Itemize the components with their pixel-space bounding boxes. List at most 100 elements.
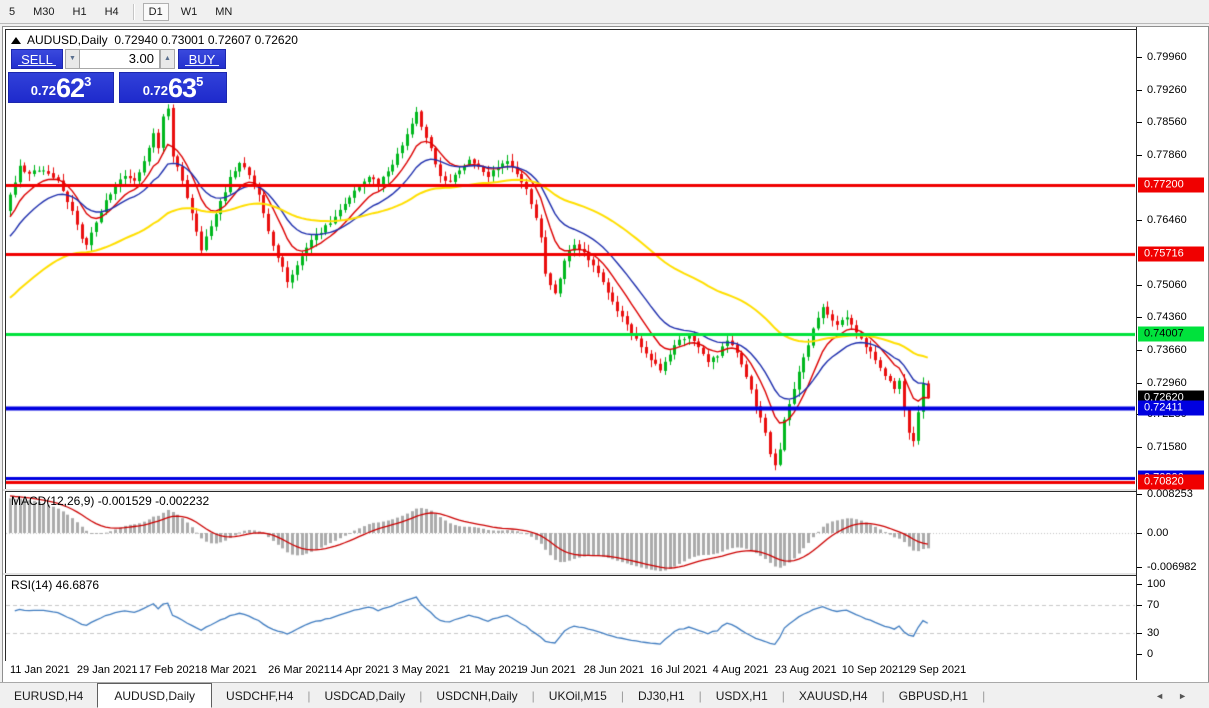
indicator-axis-tick: 0.008253	[1147, 488, 1193, 500]
price-axis-tick: 0.79260	[1147, 83, 1187, 96]
chart-tab-usdx-h1[interactable]: USDX,H1	[702, 685, 782, 706]
price-line-label-0.74007: 0.74007	[1138, 326, 1204, 342]
price-line-label-0.77200: 0.77200	[1138, 177, 1204, 193]
chart-tab-gbpusd-h1[interactable]: GBPUSD,H1	[885, 685, 982, 706]
axis-tick-mark	[1137, 154, 1142, 156]
date-axis-label: 10 Sep 2021	[841, 664, 905, 676]
bar-high: 0.73001	[161, 33, 205, 47]
price-line-label-0.72411: 0.72411	[1138, 400, 1204, 416]
date-axis-label: 3 May 2021	[392, 664, 450, 676]
timeframe-button-5[interactable]: 5	[3, 3, 21, 21]
date-axis-label: 23 Aug 2021	[774, 664, 837, 676]
axis-tick-mark	[1137, 566, 1142, 568]
chart-tab-audusd-daily[interactable]: AUDUSD,Daily	[97, 683, 213, 708]
indicator-axis-tick: 0.00	[1147, 527, 1169, 539]
date-axis-label: 8 Mar 2021	[201, 664, 257, 676]
indicator-axis-tick: 0	[1147, 648, 1154, 660]
date-axis-label: 11 Jan 2021	[10, 664, 70, 676]
axis-tick-mark	[1137, 533, 1142, 534]
axis-tick-mark	[1137, 284, 1142, 286]
date-axis-label: 29 Sep 2021	[903, 664, 967, 676]
collapse-chart-icon[interactable]	[11, 37, 21, 44]
axis-tick-mark	[1137, 349, 1142, 351]
bar-close: 0.72620	[254, 33, 298, 47]
chart-symbol-period: AUDUSD,Daily	[27, 33, 108, 47]
date-axis-label: 4 Aug 2021	[712, 664, 769, 676]
volume-decrease-button[interactable]: ▼	[65, 49, 80, 69]
sell-pips: 62	[56, 73, 85, 103]
chart-tab-usdcnh-daily[interactable]: USDCNH,Daily	[422, 685, 531, 706]
chart-tab-xauusd-h4[interactable]: XAUUSD,H4	[785, 685, 882, 706]
axis-tick-mark	[1137, 382, 1142, 384]
tab-scroll-left-icon[interactable]: ◄	[1155, 691, 1178, 701]
buy-button[interactable]: BUY	[178, 49, 226, 69]
price-axis-tick: 0.72960	[1147, 376, 1187, 389]
date-axis-label: 28 Jun 2021	[583, 664, 645, 676]
chart-tab-usdcad-daily[interactable]: USDCAD,Daily	[311, 685, 420, 706]
indicator-axis-tick: -0.006982	[1147, 560, 1197, 573]
timeframe-button-d1[interactable]: D1	[142, 2, 169, 21]
bar-open: 0.72940	[114, 33, 158, 47]
timeframe-button-h4[interactable]: H4	[99, 3, 125, 21]
price-axis-tick: 0.78560	[1147, 116, 1187, 129]
sell-big-figure: 0.72	[30, 83, 57, 98]
price-axis-tick: 0.73660	[1147, 343, 1187, 356]
price-axis-tick: 0.77860	[1147, 148, 1187, 161]
price-axis-tick: 0.74360	[1147, 311, 1187, 324]
chart-tab-usdchf-h4[interactable]: USDCHF,H4	[212, 685, 307, 706]
volume-input[interactable]: 3.00	[79, 49, 160, 69]
indicator-axis-tick: 70	[1147, 599, 1160, 611]
timeframe-button-mn[interactable]: MN	[209, 3, 238, 21]
rsi-chart-canvas[interactable]	[6, 576, 1135, 660]
chart-title: AUDUSD,Daily 0.72940 0.73001 0.72607 0.7…	[11, 33, 298, 47]
date-axis-label: 21 May 2021	[459, 664, 523, 676]
sell-price-display[interactable]: 0.72623	[8, 72, 114, 103]
axis-tick-mark	[1137, 446, 1142, 448]
price-axis-tick: 0.76460	[1147, 213, 1187, 226]
price-axis-tick: 0.79960	[1147, 51, 1187, 63]
time-axis[interactable]: 11 Jan 2021 29 Jan 2021 17 Feb 2021 8 Mar 2…	[5, 661, 1136, 680]
price-line-label-0.75716: 0.75716	[1138, 246, 1204, 262]
date-axis-label: 17 Feb 2021	[139, 664, 201, 676]
date-axis-label: 16 Jul 2021	[650, 664, 708, 676]
timeframe-button-m30[interactable]: M30	[27, 3, 60, 21]
sell-underline	[18, 65, 56, 66]
date-axis-label: 26 Mar 2021	[268, 664, 330, 676]
buy-underline	[185, 65, 219, 66]
date-axis-label: 9 Jun 2021	[521, 664, 576, 676]
buy-big-figure: 0.72	[142, 83, 169, 98]
sell-button[interactable]: SELL	[11, 49, 63, 69]
tab-separator: |	[982, 689, 986, 703]
chart-tab-bar: EURUSD,H4 AUDUSD,Daily USDCHF,H4 | USDCAD,Da…	[0, 682, 1209, 708]
mt4-window: 5 M30 H1 H4 D1 W1 MN AUDUSD,Daily 0.72940 0.73…	[0, 0, 1209, 708]
sell-pipette: 3	[84, 74, 92, 89]
axis-tick-mark	[1137, 317, 1142, 319]
volume-increase-button[interactable]: ▲	[160, 49, 175, 69]
buy-pipette: 5	[196, 74, 204, 89]
price-axis-tick: 0.71580	[1147, 440, 1187, 453]
date-axis-label: 29 Jan 2021	[76, 664, 138, 676]
timeframe-toolbar: 5 M30 H1 H4 D1 W1 MN	[0, 0, 1209, 24]
bar-low: 0.72607	[207, 33, 252, 47]
axis-tick-mark	[1137, 654, 1142, 655]
toolbar-separator	[132, 3, 135, 20]
indicator-axis-tick: 100	[1147, 578, 1166, 590]
chart-tab-ukoil-m15[interactable]: UKOil,M15	[535, 685, 621, 706]
chart-tab-dj30-h1[interactable]: DJ30,H1	[624, 685, 699, 706]
macd-label: MACD(12,26,9) -0.001529 -0.002232	[11, 494, 210, 508]
buy-pips: 63	[168, 73, 197, 103]
timeframe-button-w1[interactable]: W1	[175, 3, 204, 21]
price-axis[interactable]: 0.79960 0.79260 0.78560 0.77860 0.76460 0.750…	[1136, 27, 1208, 680]
axis-tick-mark	[1137, 122, 1142, 124]
tab-scroll-right-icon[interactable]: ►	[1178, 691, 1201, 701]
chart-tab-eurusd-h4[interactable]: EURUSD,H4	[0, 685, 97, 706]
axis-tick-mark	[1137, 219, 1142, 221]
rsi-panel	[5, 575, 1138, 663]
axis-tick-mark	[1137, 605, 1142, 606]
buy-price-display[interactable]: 0.72635	[119, 72, 227, 103]
chart-subwindow: AUDUSD,Daily 0.72940 0.73001 0.72607 0.7…	[2, 26, 1209, 683]
axis-tick-mark	[1137, 633, 1142, 634]
axis-tick-mark	[1137, 57, 1142, 58]
price-axis-tick: 0.75060	[1147, 278, 1187, 291]
timeframe-button-h1[interactable]: H1	[67, 3, 93, 21]
